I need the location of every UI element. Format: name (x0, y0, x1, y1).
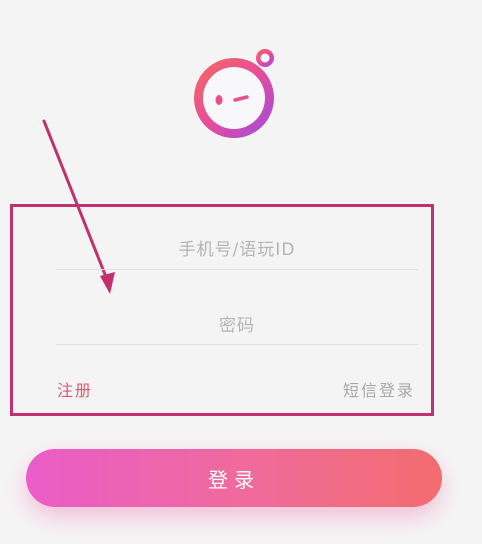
sms-login-link[interactable]: 短信登录 (343, 377, 415, 401)
password-placeholder: 密码 (219, 315, 255, 336)
app-logo-icon (186, 46, 286, 146)
phone-divider (56, 269, 418, 270)
login-button[interactable]: 登录 (26, 449, 442, 507)
phone-placeholder: 手机号/语玩ID (178, 239, 296, 260)
register-link[interactable]: 注册 (57, 377, 93, 401)
password-divider (56, 344, 418, 345)
password-input[interactable]: 密码 (56, 299, 418, 347)
phone-input[interactable]: 手机号/语玩ID (56, 223, 418, 271)
login-form-highlight: 手机号/语玩ID 密码 注册 短信登录 (10, 204, 434, 416)
